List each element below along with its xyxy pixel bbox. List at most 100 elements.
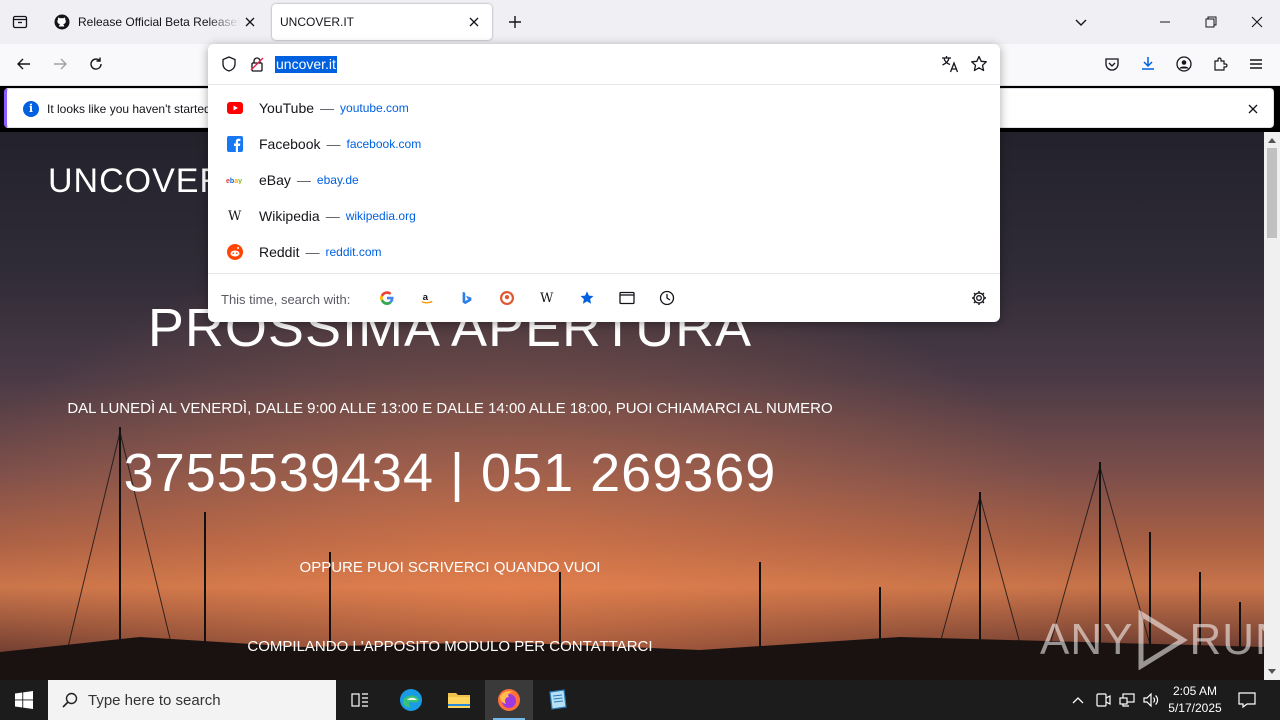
wikipedia-icon: W — [540, 291, 554, 305]
meet-now-button[interactable] — [1093, 690, 1113, 710]
taskbar: Type here to search 2:05 AM 5/17/2025 — [0, 680, 1280, 720]
suggestion-wikipedia[interactable]: W Wikipedia — wikipedia.org — [208, 198, 1000, 234]
forward-button[interactable] — [46, 50, 74, 78]
suggestion-youtube[interactable]: YouTube — youtube.com — [208, 90, 1000, 126]
suggestion-url: facebook.com — [346, 137, 422, 151]
tracking-protection-button[interactable] — [219, 54, 239, 74]
separator: — — [296, 172, 311, 188]
suggestion-title: Facebook — [259, 136, 321, 152]
downloads-button[interactable] — [1134, 50, 1162, 78]
menu-button[interactable] — [1242, 50, 1270, 78]
suggestion-ebay[interactable]: ebay eBay — ebay.de — [208, 162, 1000, 198]
suggestion-url: reddit.com — [325, 245, 382, 259]
phone-numbers: 3755539434 | 051 269369 — [123, 443, 777, 503]
suggestion-list: YouTube — youtube.com Facebook — faceboo… — [208, 90, 1000, 270]
taskbar-clock[interactable]: 2:05 AM 5/17/2025 — [1160, 683, 1230, 717]
close-icon — [1248, 104, 1258, 114]
pocket-icon — [1105, 58, 1119, 71]
hamburger-icon — [1250, 59, 1262, 69]
bing-icon — [462, 291, 472, 305]
volume-button[interactable] — [1141, 690, 1161, 710]
bookmarks-search-button[interactable] — [575, 286, 599, 310]
suggestion-title: eBay — [259, 172, 291, 188]
reload-icon — [90, 57, 102, 70]
svg-text:W: W — [540, 291, 554, 305]
action-center-button[interactable] — [1237, 690, 1257, 710]
start-button[interactable] — [0, 680, 48, 720]
insecure-lock-icon — [250, 57, 264, 72]
watermark-text-right: RUN — [1189, 615, 1264, 664]
scrollbar-thumb[interactable] — [1267, 148, 1277, 238]
network-icon — [1119, 693, 1135, 707]
translate-icon — [942, 56, 959, 73]
close-icon — [1251, 16, 1263, 28]
firefox-view-button[interactable] — [6, 8, 34, 36]
device-icon — [1096, 693, 1111, 707]
arrow-right-icon — [54, 58, 67, 70]
bing-search-button[interactable] — [455, 286, 479, 310]
back-button[interactable] — [10, 50, 38, 78]
suggestion-facebook[interactable]: Facebook — facebook.com — [208, 126, 1000, 162]
separator: — — [305, 244, 320, 260]
star-icon — [971, 55, 987, 72]
edge-icon — [400, 689, 422, 711]
suggestion-url: youtube.com — [340, 101, 409, 115]
extensions-button[interactable] — [1206, 50, 1234, 78]
amazon-icon: a — [421, 292, 433, 304]
scroll-up-button[interactable] — [1264, 132, 1280, 148]
tab-title: UNCOVER.IT — [280, 15, 355, 29]
taskbar-search-box[interactable]: Type here to search — [48, 680, 336, 720]
tabs-search-button[interactable] — [615, 286, 639, 310]
scroll-down-button[interactable] — [1264, 664, 1280, 680]
history-icon — [659, 290, 675, 306]
notification-text: It looks like you haven't started — [47, 102, 211, 116]
wikipedia-icon: W — [226, 207, 244, 225]
suggestion-title: Wikipedia — [259, 208, 320, 224]
close-tab-button[interactable] — [240, 12, 260, 32]
bookmark-star-button[interactable] — [969, 54, 989, 74]
close-window-button[interactable] — [1234, 0, 1280, 44]
new-tab-button[interactable] — [503, 10, 527, 34]
show-hidden-icons-button[interactable] — [1068, 690, 1088, 710]
watermark-text-left: ANY — [1040, 615, 1134, 664]
download-icon — [1142, 57, 1154, 70]
amazon-search-button[interactable]: a — [415, 286, 439, 310]
url-input[interactable]: uncover.it — [275, 56, 337, 73]
play-icon — [1138, 610, 1189, 670]
restore-button[interactable] — [1188, 0, 1234, 44]
opening-hours-text: DAL LUNEDÌ AL VENERDÌ, DALLE 9:00 ALLE 1… — [67, 400, 833, 417]
urlbar[interactable]: uncover.it — [208, 44, 1000, 85]
account-button[interactable] — [1170, 50, 1198, 78]
notepad-taskbar-button[interactable] — [533, 680, 581, 720]
puzzle-icon — [1214, 57, 1228, 71]
search-settings-button[interactable] — [967, 286, 991, 310]
site-logo[interactable]: UNCOVER — [48, 162, 225, 201]
file-explorer-taskbar-button[interactable] — [435, 680, 483, 720]
tab-uncover[interactable]: UNCOVER.IT — [272, 4, 492, 40]
suggestion-reddit[interactable]: Reddit — reddit.com — [208, 234, 1000, 270]
firefox-taskbar-button[interactable] — [485, 680, 533, 720]
duckduckgo-search-button[interactable] — [495, 286, 519, 310]
page-scrollbar[interactable] — [1264, 132, 1280, 680]
network-button[interactable] — [1117, 690, 1137, 710]
pocket-button[interactable] — [1098, 50, 1126, 78]
one-off-search-bar: This time, search with: a W — [208, 273, 1000, 322]
minimize-icon — [1160, 21, 1170, 23]
suggestion-title: YouTube — [259, 100, 315, 116]
site-info-button[interactable] — [247, 54, 267, 74]
dismiss-notification-button[interactable] — [1243, 99, 1263, 119]
reload-button[interactable] — [82, 50, 110, 78]
translate-button[interactable] — [940, 54, 960, 74]
wikipedia-search-button[interactable]: W — [535, 286, 559, 310]
edge-taskbar-button[interactable] — [387, 680, 435, 720]
bookmarks-icon — [580, 291, 594, 304]
list-all-tabs-button[interactable] — [1058, 0, 1104, 44]
task-view-button[interactable] — [336, 680, 384, 720]
close-tab-button[interactable] — [464, 12, 484, 32]
tab-strip: Release Official Beta Release! · B UNCOV… — [0, 0, 1280, 44]
speaker-icon — [1143, 693, 1159, 707]
history-search-button[interactable] — [655, 286, 679, 310]
tab-release-beta[interactable]: Release Official Beta Release! · B — [46, 4, 268, 40]
google-search-button[interactable] — [375, 286, 399, 310]
minimize-button[interactable] — [1142, 0, 1188, 44]
